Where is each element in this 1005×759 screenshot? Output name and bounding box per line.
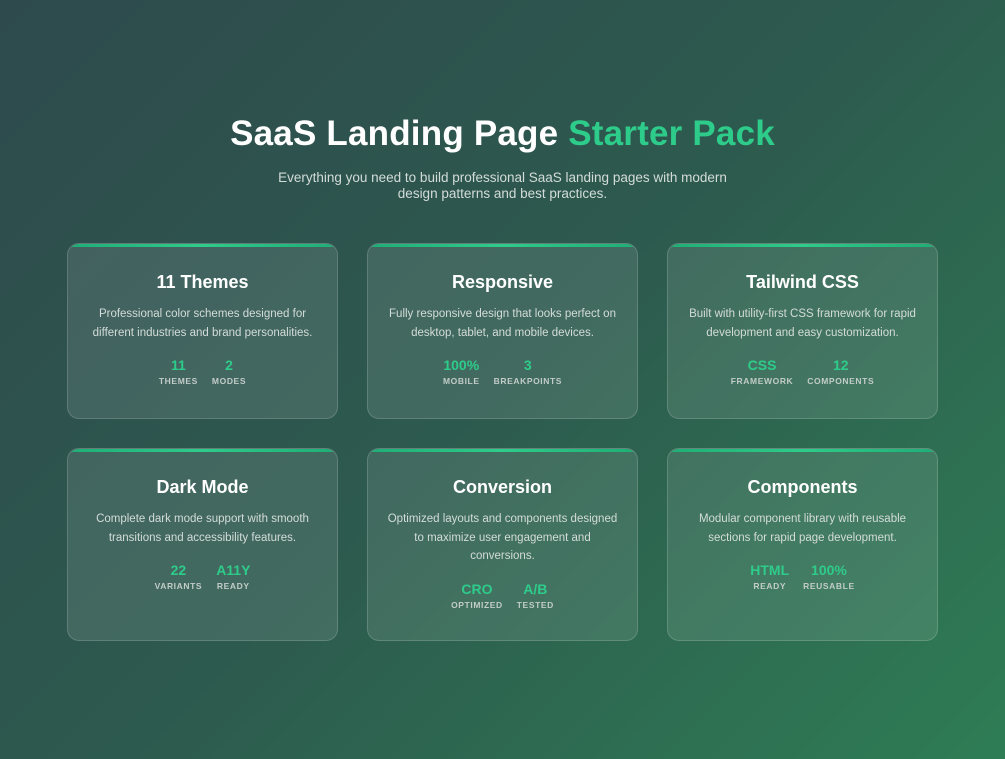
card-title: Components [747, 477, 858, 497]
stat: 2 MODES [212, 357, 246, 386]
stat: 22 VARIANTS [155, 562, 203, 591]
card-title: Tailwind CSS [746, 272, 859, 292]
stat-label: MOBILE [442, 376, 480, 386]
feature-card-tailwind: Tailwind CSS Built with utility-first CS… [667, 243, 938, 419]
card-stats: 100% MOBILE 3 BREAKPOINTS [368, 357, 637, 386]
card-description: Fully responsive design that looks perfe… [389, 308, 616, 339]
stat-value: 11 [171, 357, 186, 373]
stat-value: 12 [832, 357, 849, 373]
stat-label: OPTIMIZED [451, 599, 503, 610]
stat-label: FRAMEWORK [730, 376, 794, 386]
stat-value: A11Y [216, 562, 251, 578]
page-subtitle: Everything you need to build professiona… [278, 170, 727, 201]
stat: 11 THEMES [159, 357, 198, 386]
stat: CRO OPTIMIZED [451, 581, 503, 610]
card-description: Professional color schemes designed for … [92, 308, 313, 339]
hero-section: SaaS Landing Page Starter Pack Everythin… [0, 112, 1005, 202]
stat-value: 3 [523, 357, 532, 373]
card-stats: HTML READY 100% REUSABLE [668, 562, 937, 591]
card-stats: 11 THEMES 2 MODES [68, 357, 337, 386]
feature-card-responsive: Responsive Fully responsive design that … [367, 243, 638, 419]
feature-card-conversion: Conversion Optimized layouts and compone… [367, 448, 638, 641]
stat-label: COMPONENTS [807, 376, 875, 386]
card-description: Complete dark mode support with smooth t… [96, 513, 309, 544]
stat: 100% REUSABLE [803, 562, 855, 591]
feature-card-dark-mode: Dark Mode Complete dark mode support wit… [67, 448, 338, 641]
stat-value: 100% [443, 357, 480, 373]
stat-label: MODES [211, 376, 247, 386]
stat-label: THEMES [158, 376, 198, 386]
stat-label: TESTED [516, 599, 554, 610]
stat: 12 COMPONENTS [807, 357, 874, 386]
stat: A11Y READY [216, 562, 250, 591]
stat-value: 2 [225, 357, 233, 373]
feature-grid: 11 Themes Professional color schemes des… [67, 243, 938, 641]
stat-label: REUSABLE [803, 581, 855, 591]
stat-value: A/B [523, 580, 548, 597]
card-title: Dark Mode [156, 477, 249, 497]
stat-label: BREAKPOINTS [493, 376, 563, 386]
card-title: Conversion [452, 477, 553, 497]
stat-value: 100% [811, 562, 847, 578]
stat: CSS FRAMEWORK [731, 357, 794, 386]
card-title: 11 Themes [156, 272, 249, 292]
stat-value: 22 [170, 562, 187, 578]
card-stats: CSS FRAMEWORK 12 COMPONENTS [668, 357, 937, 386]
stat-label: VARIANTS [154, 581, 203, 591]
feature-card-themes: 11 Themes Professional color schemes des… [67, 243, 338, 419]
stat-value: CRO [461, 580, 493, 597]
card-description: Optimized layouts and components designe… [387, 513, 618, 562]
stat: HTML READY [750, 562, 789, 591]
card-description: Built with utility-first CSS framework f… [689, 308, 916, 339]
card-stats: 22 VARIANTS A11Y READY [68, 562, 337, 591]
card-stats: CRO OPTIMIZED A/B TESTED [368, 581, 637, 610]
stat: 100% MOBILE [443, 357, 480, 386]
page-title: SaaS Landing Page Starter Pack [0, 112, 1005, 156]
page-title-accent: Starter Pack [568, 114, 775, 153]
card-title: Responsive [451, 272, 554, 292]
stat-value: CSS [747, 357, 777, 373]
stat-value: HTML [750, 562, 790, 578]
page-title-main: SaaS Landing Page [230, 114, 559, 153]
stat: A/B TESTED [517, 581, 554, 610]
stat-label: READY [753, 581, 787, 591]
stat: 3 BREAKPOINTS [494, 357, 562, 386]
stat-label: READY [216, 581, 250, 591]
feature-card-components: Components Modular component library wit… [667, 448, 938, 641]
card-description: Modular component library with reusable … [698, 513, 907, 544]
